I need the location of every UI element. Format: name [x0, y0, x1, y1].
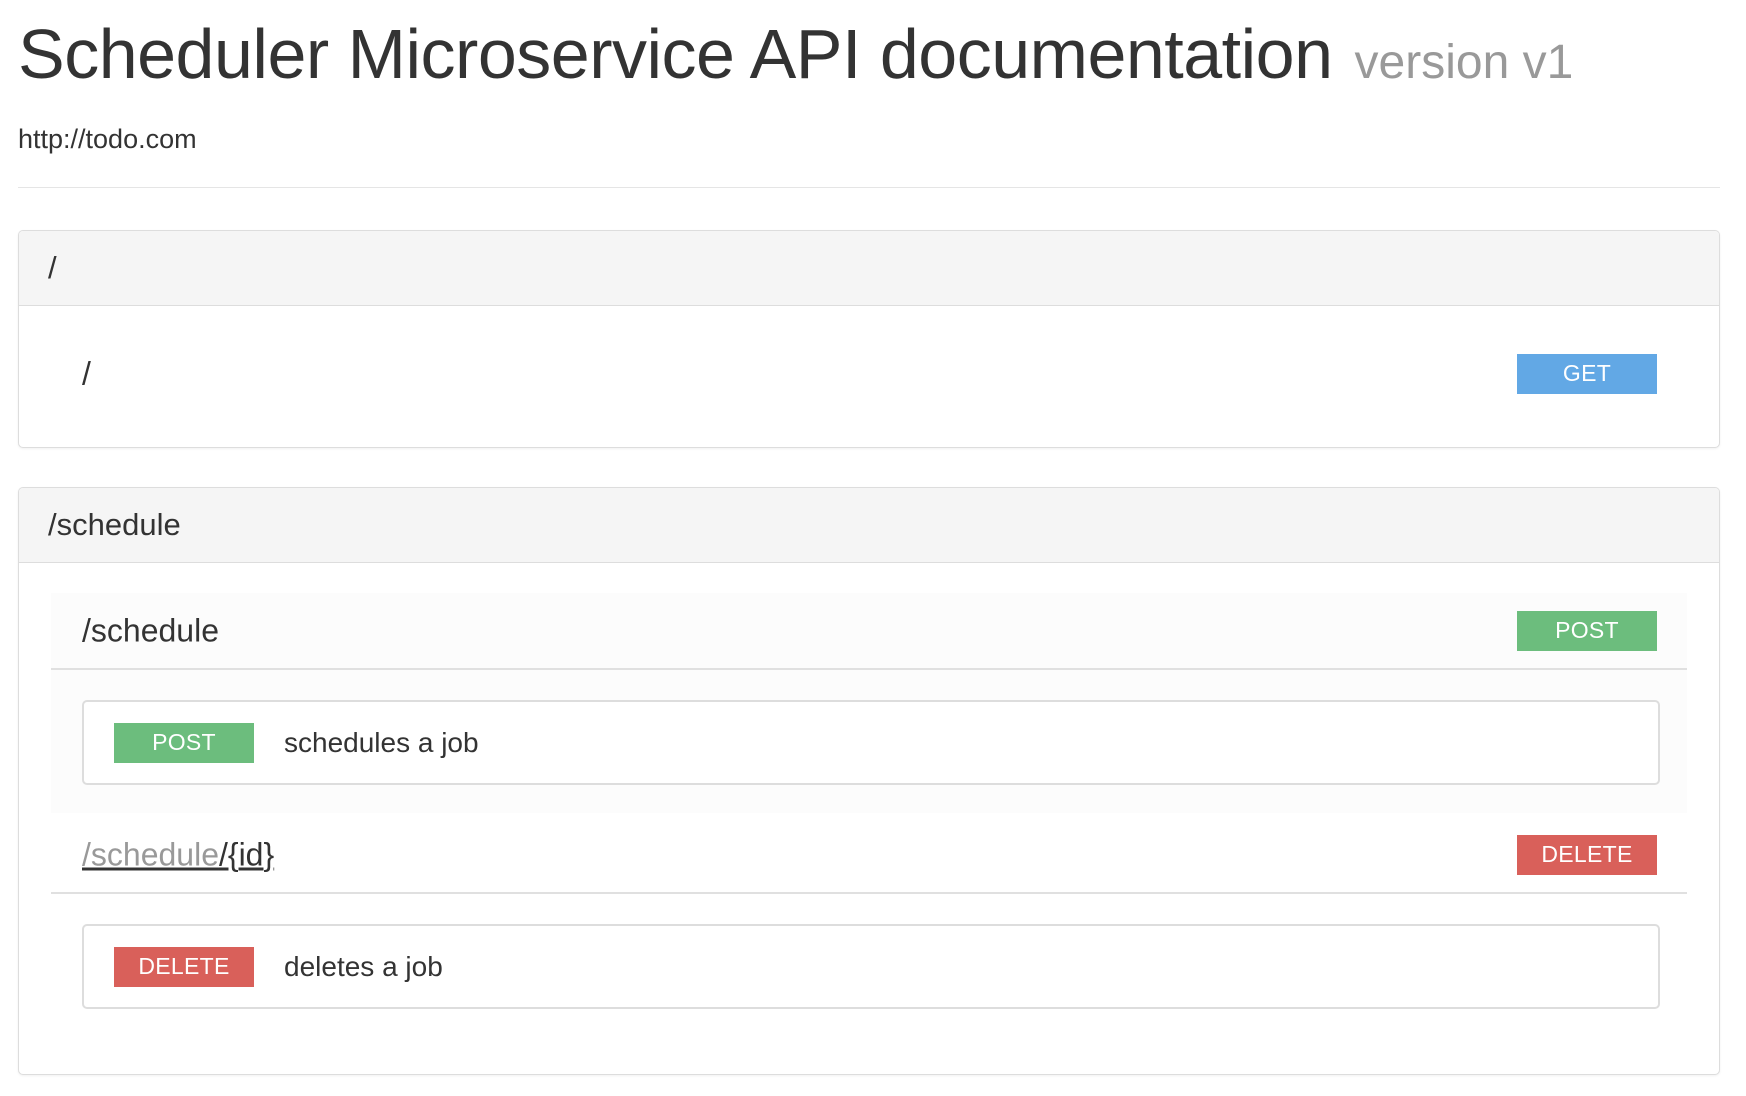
base-url: http://todo.com	[18, 124, 197, 154]
page-title: Scheduler Microservice API documentation	[18, 15, 1333, 93]
resource-path[interactable]: /	[82, 355, 91, 392]
post-method-badge[interactable]: POST	[114, 722, 254, 763]
resource-panel-schedule: /schedule /schedule POST POST schedules …	[18, 487, 1720, 1075]
resource-path-child-link[interactable]: /{id}	[219, 836, 274, 872]
panel-heading[interactable]: /schedule	[19, 488, 1719, 563]
resource-path[interactable]: /schedule/{id}	[82, 836, 274, 873]
panel-heading[interactable]: /	[19, 231, 1719, 306]
version-label: version v1	[1354, 36, 1574, 89]
delete-method-badge[interactable]: DELETE	[1517, 834, 1657, 875]
resource-path[interactable]: /schedule	[82, 612, 219, 649]
operation-description: schedules a job	[284, 726, 479, 758]
operation-card-delete[interactable]: DELETE deletes a job	[82, 924, 1660, 1009]
header-divider	[18, 187, 1720, 188]
resource-panel-root: / / GET	[18, 230, 1720, 448]
operation-card-post[interactable]: POST schedules a job	[82, 700, 1660, 785]
resource-row-schedule[interactable]: /schedule POST	[51, 593, 1687, 670]
resource-row-schedule-id[interactable]: /schedule/{id} DELETE	[51, 817, 1687, 894]
delete-method-badge[interactable]: DELETE	[114, 946, 254, 987]
panel-heading-label: /	[48, 250, 57, 285]
panel-heading-label: /schedule	[48, 507, 181, 542]
operation-description: deletes a job	[284, 950, 443, 982]
resource-path-parent-link[interactable]: /schedule	[82, 836, 219, 872]
api-doc-page: Scheduler Microservice API documentation…	[18, 0, 1720, 188]
title-row: Scheduler Microservice API documentation…	[18, 14, 1720, 94]
get-method-badge[interactable]: GET	[1517, 353, 1657, 394]
resource-row-root[interactable]: / GET	[51, 336, 1687, 411]
post-method-badge[interactable]: POST	[1517, 610, 1657, 651]
